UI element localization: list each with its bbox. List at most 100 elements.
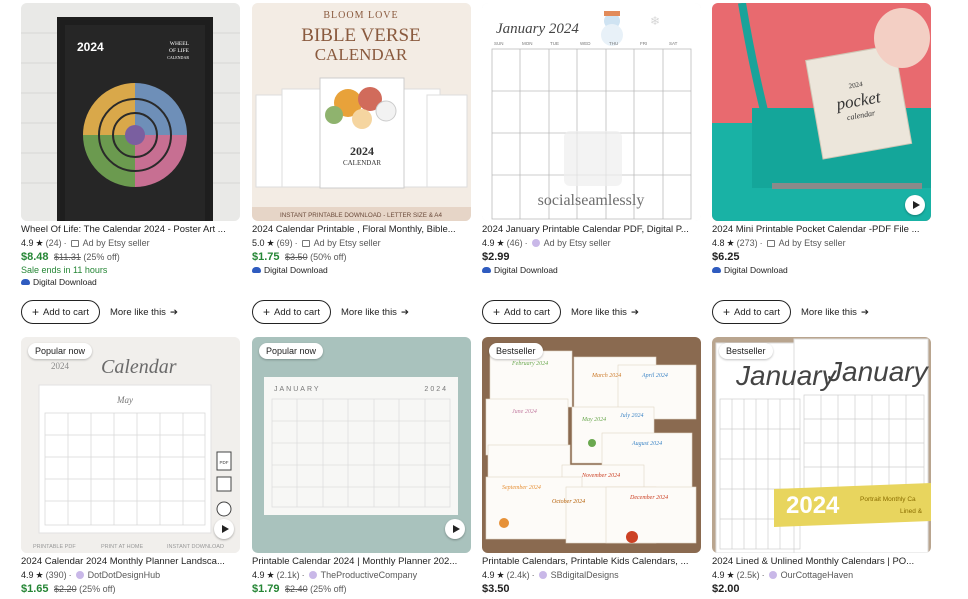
price: $8.48 xyxy=(21,251,49,263)
ad-icon xyxy=(766,239,775,247)
price: $1.65 xyxy=(21,583,49,595)
svg-text:2024: 2024 xyxy=(786,492,840,519)
ad-icon xyxy=(301,239,310,247)
listing-card[interactable]: JANUARY 2024 Popular now Printable Calen… xyxy=(252,337,471,596)
svg-text:2024: 2024 xyxy=(51,361,70,371)
svg-text:August 2024: August 2024 xyxy=(631,440,662,447)
svg-text:SAT: SAT xyxy=(669,41,678,46)
svg-text:January 2024: January 2024 xyxy=(496,21,579,37)
svg-text:OF LIFE: OF LIFE xyxy=(169,48,190,54)
svg-text:2024: 2024 xyxy=(424,386,448,393)
shop-icon xyxy=(75,571,84,579)
shop-name: OurCottageHaven xyxy=(780,570,854,580)
original-price: $2.20 xyxy=(54,584,77,594)
listing-title[interactable]: 2024 Lined & Unlined Monthly Calendars |… xyxy=(712,556,931,568)
listing-thumbnail[interactable]: BLOOM LOVE BIBLE VERSE CALENDAR 2024 CAL… xyxy=(252,3,471,221)
shop-icon xyxy=(768,571,777,579)
price-row: $2.99 xyxy=(482,250,701,264)
listing-thumbnail[interactable]: JANUARY 2024 Popular now xyxy=(252,337,471,553)
discount: (25% off) xyxy=(79,584,116,594)
january-calendar-image: January 2024 ❄ SUN MON TUE WED THU FRI S… xyxy=(482,3,701,221)
shop-icon xyxy=(531,239,540,247)
listing-title[interactable]: 2024 Calendar Printable , Floral Monthly… xyxy=(252,224,471,236)
svg-text:CALENDAR: CALENDAR xyxy=(167,55,189,60)
pocket-calendar-image: 2024 pocket calendar xyxy=(712,3,931,221)
arrow-right-icon: ➔ xyxy=(400,306,409,318)
price-row: $6.25 xyxy=(712,250,931,264)
cloud-download-icon xyxy=(252,267,261,273)
price: $2.99 xyxy=(482,251,510,263)
digital-download-label: Digital Download xyxy=(252,264,471,276)
svg-text:CALENDAR: CALENDAR xyxy=(315,45,408,64)
listing-card[interactable]: 2024 pocket calendar 2024 Mini Printable… xyxy=(712,3,931,276)
rating-row: 4.9 ★ (2.5k) · OurCottageHaven xyxy=(712,570,854,580)
listing-card[interactable]: 2024 Calendar May PDF PRINTABLE PDF PRIN… xyxy=(21,337,240,596)
plus-icon: + xyxy=(263,305,271,319)
cloud-download-icon xyxy=(482,267,491,273)
listing-thumbnail[interactable]: January 2024 ❄ SUN MON TUE WED THU FRI S… xyxy=(482,3,701,221)
svg-text:November 2024: November 2024 xyxy=(581,472,620,479)
listing-title[interactable]: Printable Calendars, Printable Kids Cale… xyxy=(482,556,701,568)
svg-text:January: January xyxy=(735,360,838,391)
more-like-this-link[interactable]: More like this ➔ xyxy=(341,307,409,318)
listing-card[interactable]: 2024 WHEEL OF LIFE CALENDAR Wheel Of Lif… xyxy=(21,3,240,288)
listing-thumbnail[interactable]: 2024 Calendar May PDF PRINTABLE PDF PRIN… xyxy=(21,337,240,553)
listing-thumbnail[interactable]: February 2024 April 2024 March 2024 July… xyxy=(482,337,701,553)
price-row: $1.75 $3.50 (50% off) xyxy=(252,250,471,264)
svg-text:Lined &: Lined & xyxy=(900,508,923,515)
listing-thumbnail[interactable]: 2024 WHEEL OF LIFE CALENDAR xyxy=(21,3,240,221)
listing-card[interactable]: January January 2024 Portrait Monthly Ca… xyxy=(712,337,931,596)
add-to-cart-button[interactable]: + Add to cart xyxy=(21,300,100,324)
bestseller-badge: Bestseller xyxy=(489,343,543,359)
svg-text:April 2024: April 2024 xyxy=(641,372,668,379)
svg-text:May 2024: May 2024 xyxy=(581,416,606,423)
price-row: $2.00 xyxy=(712,582,931,596)
listing-title[interactable]: 2024 January Printable Calendar PDF, Dig… xyxy=(482,224,701,236)
rating-row: 4.9 ★ (2.1k) · TheProductiveCompany xyxy=(252,570,418,580)
svg-text:October 2024: October 2024 xyxy=(552,498,585,505)
svg-text:March 2024: March 2024 xyxy=(591,372,621,379)
more-like-this-link[interactable]: More like this ➔ xyxy=(110,307,178,318)
card-actions: + Add to cart More like this ➔ xyxy=(482,300,639,324)
play-video-button[interactable] xyxy=(445,519,465,539)
svg-text:FRI: FRI xyxy=(640,41,647,46)
digital-download-label: Digital Download xyxy=(482,264,701,276)
monthly-planner-image: JANUARY 2024 xyxy=(252,337,471,553)
price: $6.25 xyxy=(712,251,740,263)
poster-year-text: 2024 xyxy=(77,40,104,54)
original-price: $2.40 xyxy=(285,584,308,594)
listing-card[interactable]: BLOOM LOVE BIBLE VERSE CALENDAR 2024 CAL… xyxy=(252,3,471,276)
svg-text:WHEEL: WHEEL xyxy=(170,41,190,47)
bible-verse-calendar-image: BLOOM LOVE BIBLE VERSE CALENDAR 2024 CAL… xyxy=(252,3,471,221)
listing-title[interactable]: 2024 Mini Printable Pocket Calendar -PDF… xyxy=(712,224,931,236)
listing-title[interactable]: Wheel Of Life: The Calendar 2024 - Poste… xyxy=(21,224,240,236)
price: $3.50 xyxy=(482,583,510,595)
card-actions: + Add to cart More like this ➔ xyxy=(252,300,409,324)
svg-text:BIBLE VERSE: BIBLE VERSE xyxy=(301,25,420,46)
card-actions: + Add to cart More like this ➔ xyxy=(21,300,178,324)
star-icon: ★ xyxy=(726,238,735,248)
svg-text:December 2024: December 2024 xyxy=(629,494,668,501)
listing-title[interactable]: Printable Calendar 2024 | Monthly Planne… xyxy=(252,556,471,568)
star-icon: ★ xyxy=(35,238,44,248)
add-to-cart-button[interactable]: + Add to cart xyxy=(252,300,331,324)
more-like-this-link[interactable]: More like this ➔ xyxy=(801,307,869,318)
add-to-cart-button[interactable]: + Add to cart xyxy=(712,300,791,324)
rating-row: 4.9 ★ (2.4k) · SBdigitalDesigns xyxy=(482,570,619,580)
listing-card[interactable]: February 2024 April 2024 March 2024 July… xyxy=(482,337,701,596)
play-video-button[interactable] xyxy=(214,519,234,539)
rating-row: 4.9 ★ (46) · Ad by Etsy seller xyxy=(482,238,611,248)
listing-thumbnail[interactable]: January January 2024 Portrait Monthly Ca… xyxy=(712,337,931,553)
svg-text:CALENDAR: CALENDAR xyxy=(343,159,381,167)
listing-thumbnail[interactable]: 2024 pocket calendar xyxy=(712,3,931,221)
play-video-button[interactable] xyxy=(905,195,925,215)
listing-card[interactable]: January 2024 ❄ SUN MON TUE WED THU FRI S… xyxy=(482,3,701,276)
more-like-this-link[interactable]: More like this ➔ xyxy=(571,307,639,318)
landscape-planner-image: 2024 Calendar May PDF PRINTABLE PDF PRIN… xyxy=(21,337,240,553)
star-icon: ★ xyxy=(35,570,44,580)
listing-title[interactable]: 2024 Calendar 2024 Monthly Planner Lands… xyxy=(21,556,240,568)
plus-icon: + xyxy=(493,305,501,319)
shop-name: Ad by Etsy seller xyxy=(82,238,150,248)
arrow-right-icon: ➔ xyxy=(169,306,178,318)
add-to-cart-button[interactable]: + Add to cart xyxy=(482,300,561,324)
